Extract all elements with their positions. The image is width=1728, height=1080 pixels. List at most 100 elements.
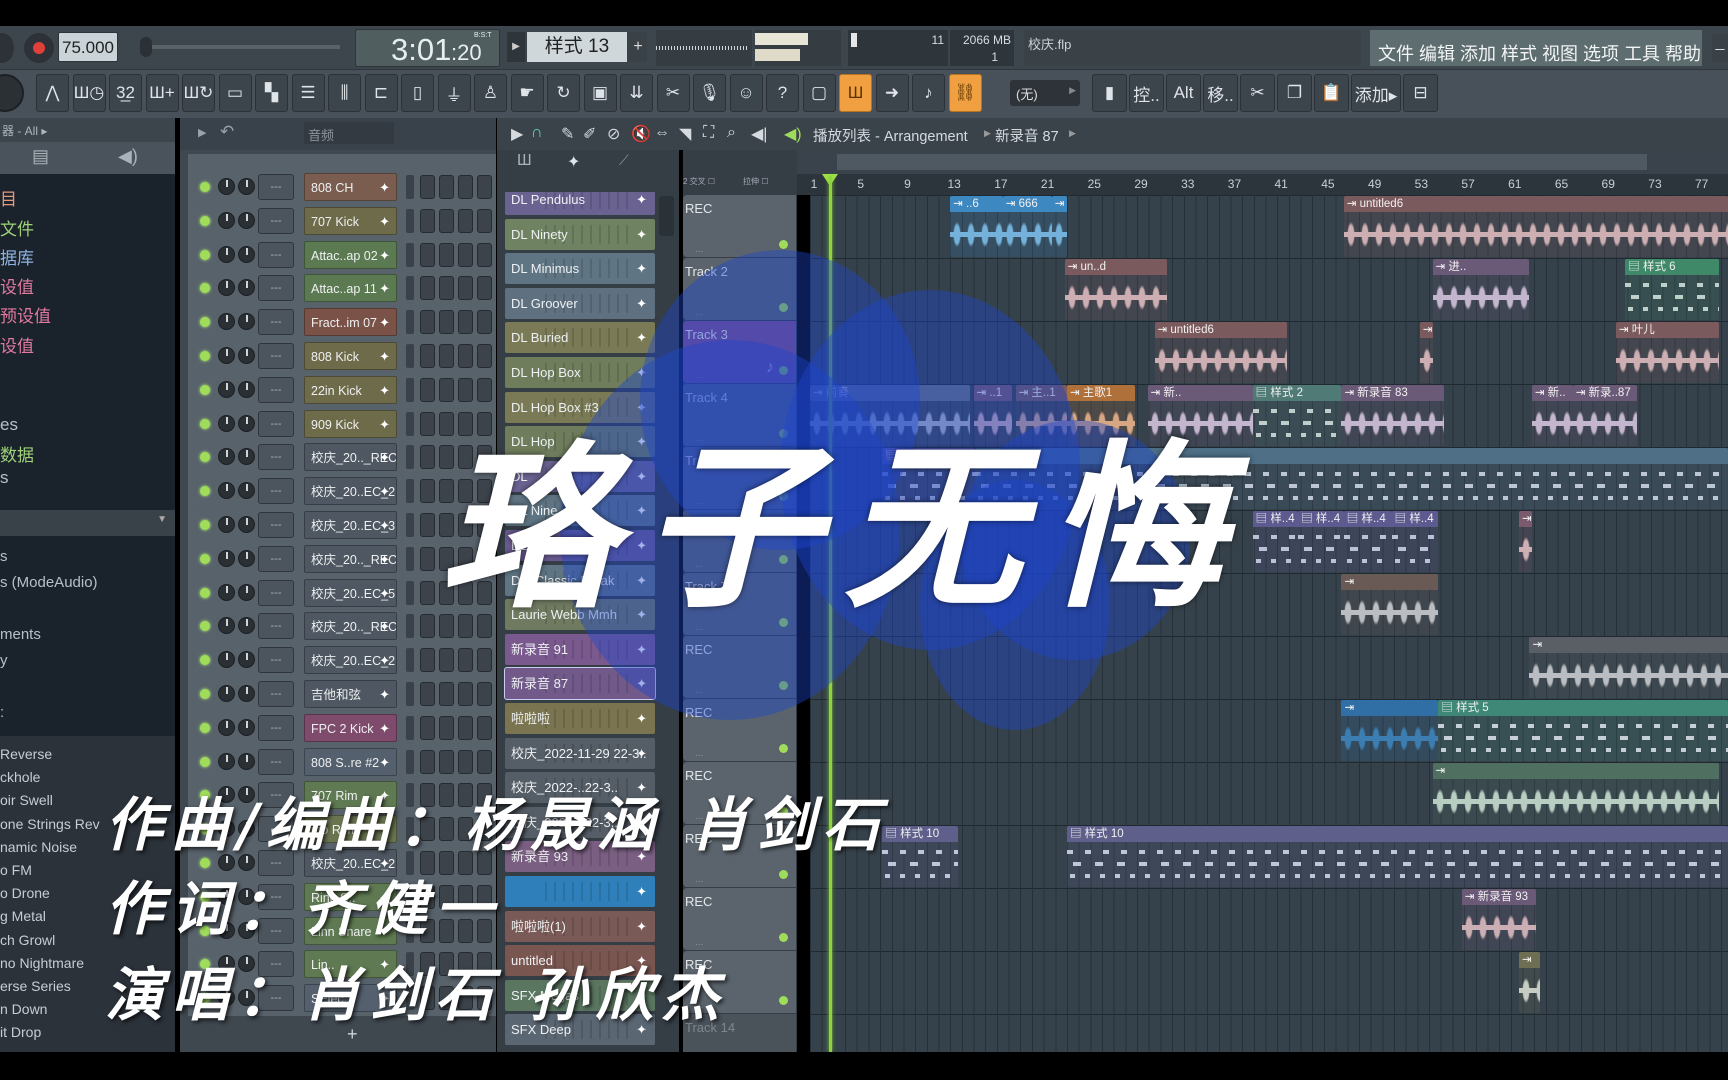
step-button[interactable] (420, 310, 435, 335)
wait-record-button[interactable]: Ш◷ (72, 74, 106, 112)
channel-name-button[interactable]: 吉他和弦 ✦ (304, 680, 397, 708)
piano-roll-button[interactable]: ▚ (255, 74, 288, 112)
knob-button[interactable]: ▮ (1092, 74, 1127, 112)
channel-select-bar[interactable] (406, 208, 414, 233)
pattern-clip[interactable]: ▤ 样..4 (1391, 511, 1439, 572)
audio-clip[interactable]: ⇥ (1419, 322, 1433, 383)
browser-preset-item[interactable]: n Down (0, 1001, 47, 1017)
channel-pan-knob[interactable] (218, 380, 235, 398)
minimize-button[interactable]: _ (1712, 34, 1728, 62)
clip-source-item[interactable]: 校庆_2022-11-29 22-3.. ✦ (505, 737, 655, 769)
step-button[interactable] (439, 310, 454, 335)
audio-clip[interactable]: ⇥ (1518, 952, 1540, 1013)
step-button[interactable] (477, 175, 492, 199)
channel-pan-knob[interactable] (218, 617, 235, 635)
step-button[interactable] (439, 175, 454, 199)
chat-button[interactable]: ☺ (729, 74, 763, 112)
step-button[interactable] (420, 715, 435, 740)
clip-source-item[interactable]: DL Buried ✦ (505, 322, 655, 354)
browser-item[interactable]: 据库 (0, 244, 34, 269)
window-button[interactable]: ▢ (802, 74, 836, 112)
channel-volume-knob[interactable] (238, 685, 255, 702)
channel-volume-knob[interactable] (238, 752, 255, 770)
mixer-track-selector[interactable]: --- (258, 376, 294, 403)
audio-clip[interactable]: ⇥ (1432, 763, 1719, 824)
browser-preset-item[interactable]: one Strings Rev (0, 816, 100, 832)
channel-enable-led[interactable] (200, 418, 210, 429)
add-pattern-button[interactable]: + (629, 32, 647, 62)
mixer-track-selector[interactable]: --- (258, 174, 294, 200)
channel-volume-knob[interactable] (238, 718, 255, 736)
channel-volume-knob[interactable] (238, 414, 255, 432)
record-button[interactable] (24, 33, 54, 63)
channel-name-button[interactable]: 909 Kick ✦ (304, 409, 397, 438)
step-button[interactable] (420, 614, 435, 639)
clip-source-item[interactable]: DL Hop Box ✦ (505, 357, 655, 388)
clip-source-item[interactable]: 啦啦啦(1) ✦ (505, 910, 655, 942)
magnet-icon[interactable]: ∩ (531, 124, 543, 142)
browser-preset-item[interactable]: ch Growl (0, 932, 55, 948)
marker-button[interactable]: ⊟ (1403, 74, 1438, 112)
track-header[interactable]: REC... (683, 888, 796, 950)
channel-enable-led[interactable] (200, 553, 210, 564)
channel-volume-knob[interactable] (238, 211, 255, 229)
audio-wave-icon[interactable]: ✦ (567, 152, 580, 172)
step-button[interactable] (439, 715, 454, 740)
master-pitch-slider[interactable] (140, 37, 340, 57)
mixer-track-selector[interactable]: --- (258, 309, 294, 336)
step-button[interactable] (420, 175, 435, 199)
channel-pan-knob[interactable] (218, 651, 235, 669)
mixer-track-selector[interactable]: --- (258, 275, 294, 302)
browser-item[interactable]: 设值 (0, 332, 34, 357)
clip-source-item[interactable]: DL Groover ✦ (505, 287, 655, 319)
channel-pan-knob[interactable] (218, 448, 235, 466)
browser-item[interactable]: s (ModeAudio) (0, 574, 98, 591)
browser-item[interactable]: 文件 (0, 215, 34, 240)
channel-name-button[interactable]: Fract..im 07 ✦ (304, 308, 397, 337)
mixer-track-selector[interactable]: --- (258, 410, 294, 437)
step-button[interactable] (477, 208, 492, 233)
undo-button[interactable]: ↻ (547, 74, 580, 112)
render-button[interactable]: ⇊ (620, 74, 653, 112)
channel-select-bar[interactable] (406, 377, 414, 402)
channel-enable-led[interactable] (200, 249, 210, 260)
channel-pan-knob[interactable] (218, 685, 235, 702)
channel-select-bar[interactable] (406, 580, 414, 605)
audio-clip[interactable]: ⇥ 新录音 93 (1461, 889, 1537, 950)
browser-preset-item[interactable]: Reverse (0, 746, 52, 762)
automation-icon[interactable]: ⟋ (619, 152, 629, 169)
channel-enable-led[interactable] (200, 756, 210, 767)
channel-name-button[interactable]: 707 Kick ✦ (304, 206, 397, 235)
undo-icon[interactable]: ↶ (220, 122, 234, 142)
browser-item[interactable]: : (0, 704, 4, 721)
channel-pan-knob[interactable] (218, 549, 235, 567)
copy-button[interactable]: ❐ (1277, 74, 1312, 112)
browser-item[interactable]: s (0, 548, 8, 565)
channel-enable-led[interactable] (200, 689, 210, 699)
channel-name-button[interactable]: Attac..ap 11 ✦ (304, 274, 397, 303)
channel-name-button[interactable]: Attac..ap 02 ✦ (304, 240, 397, 269)
channel-select-bar[interactable] (406, 242, 414, 267)
step-edit-button[interactable]: Ш+ (145, 74, 179, 112)
slice-icon[interactable]: ◥ (679, 124, 691, 144)
step-button[interactable] (477, 276, 492, 301)
link-icon-button[interactable]: ⛓ (948, 74, 982, 112)
slider-handle[interactable] (140, 37, 152, 57)
step-button[interactable] (477, 242, 492, 267)
audio-clip[interactable]: ⇥ un..d (1064, 259, 1168, 320)
channel-select-bar[interactable] (406, 344, 414, 368)
audio-clip[interactable]: ⇥ untitled6 (1343, 196, 1728, 257)
track-header[interactable]: REC... (683, 699, 796, 761)
audio-clip[interactable]: ⇥ (1529, 637, 1728, 698)
snap-dropdown[interactable]: (无) ▶ (1010, 80, 1080, 106)
audio-clip[interactable]: ⇥ (1051, 196, 1067, 257)
list-scrollbar[interactable] (659, 196, 674, 236)
step-button[interactable] (477, 749, 492, 774)
channel-name-button[interactable]: 校庆_20.._REC ✦ (304, 443, 397, 472)
browser-item[interactable]: 预设值 (0, 302, 51, 327)
record-audio-button[interactable]: 🎙 (693, 74, 726, 112)
channel-row[interactable]: --- FPC 2 Kick ✦ (180, 713, 496, 743)
paste-button[interactable]: 📋 (1314, 74, 1349, 112)
step-button[interactable] (420, 580, 435, 605)
browser-item[interactable]: s (0, 468, 9, 488)
